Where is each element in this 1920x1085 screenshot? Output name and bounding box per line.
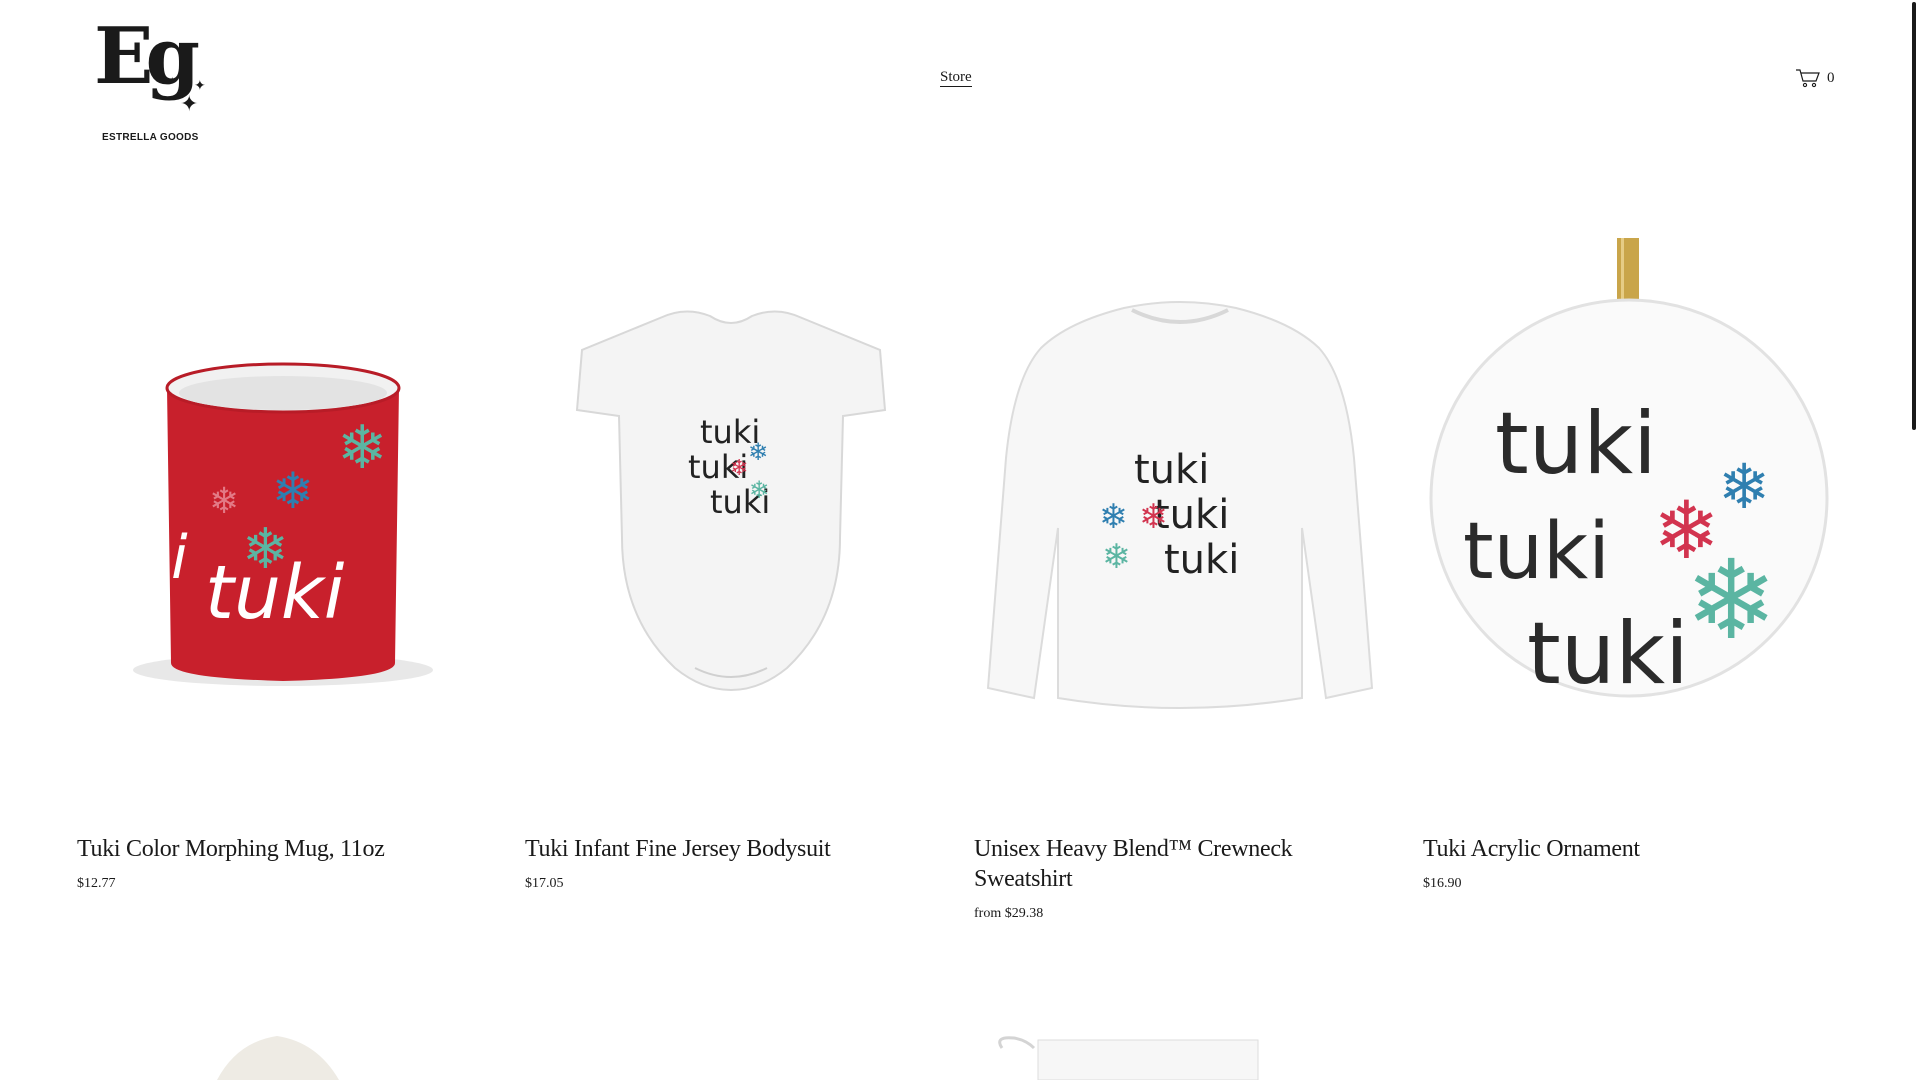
mug-image: tuki i ❄ ❄ ❄ ❄ [133, 362, 433, 686]
svg-text:tuki: tuki [1463, 507, 1610, 597]
logo-brand-name: ESTRELLA GOODS [102, 132, 199, 143]
svg-text:❄: ❄ [209, 481, 239, 522]
sweatshirt-image: tuki tuki tuki ❄ ❄ ❄ [986, 301, 1374, 709]
site-header: Eg ✦ ✦ ✦ ESTRELLA GOODS Store 0 [0, 0, 1910, 160]
product-image-partial[interactable] [77, 1030, 489, 1080]
sparkle-icon: ✦ [168, 76, 177, 87]
product-image[interactable]: tuki tuki tuki ❄ ❄ ❄ [1423, 238, 1835, 798]
ornament-print-line: tuki [1495, 394, 1657, 494]
svg-text:❄: ❄ [730, 456, 748, 481]
product-price: $16.90 [1423, 876, 1462, 891]
svg-text:❄: ❄ [272, 462, 314, 520]
product-card[interactable]: tuki tuki tuki ❄ ❄ ❄ Tuki Acrylic Orname… [1423, 238, 1835, 891]
product-card[interactable]: tuki i ❄ ❄ ❄ ❄ Tuki Color Morphing Mug, … [77, 238, 489, 891]
svg-text:❄: ❄ [1099, 497, 1128, 537]
product-image[interactable]: tuki tuki tuki ❄ ❄ ❄ [974, 238, 1386, 798]
product-image[interactable]: tuki tuki tuki ❄ ❄ ❄ [525, 238, 937, 798]
product-card[interactable]: tuki tuki tuki ❄ ❄ ❄ Unisex Heavy Blend™… [974, 238, 1386, 921]
svg-text:❄: ❄ [749, 476, 769, 504]
nav-link-store[interactable]: Store [940, 68, 972, 87]
brand-logo[interactable]: Eg ✦ ✦ ✦ ESTRELLA GOODS [88, 8, 208, 148]
sparkle-icon: ✦ [194, 78, 206, 94]
svg-text:❄: ❄ [1685, 536, 1777, 664]
logo-monogram: Eg [94, 11, 200, 102]
sparkle-icon: ✦ [180, 92, 199, 117]
product-price: $12.77 [77, 876, 116, 891]
product-image-partial[interactable] [974, 1030, 1386, 1081]
product-price: from $29.38 [974, 906, 1044, 921]
product-price: $17.05 [525, 876, 564, 891]
svg-text:tuki: tuki [1527, 604, 1689, 704]
cart-count: 0 [1827, 69, 1835, 86]
product-title[interactable]: Tuki Acrylic Ornament [1423, 834, 1835, 864]
bodysuit-image: tuki tuki tuki ❄ ❄ ❄ [575, 310, 887, 692]
sweatshirt-print-line: tuki [1134, 447, 1209, 493]
svg-text:❄: ❄ [242, 517, 289, 582]
svg-text:❄: ❄ [337, 413, 387, 483]
product-image[interactable]: tuki i ❄ ❄ ❄ ❄ [77, 238, 489, 798]
svg-text:tuki: tuki [1164, 537, 1239, 583]
svg-text:❄: ❄ [1139, 497, 1168, 537]
svg-text:❄: ❄ [1718, 450, 1770, 523]
product-title[interactable]: Tuki Infant Fine Jersey Bodysuit [525, 834, 937, 864]
svg-text:❄: ❄ [748, 438, 768, 466]
svg-text:i: i [171, 523, 188, 593]
product-card[interactable]: tuki tuki tuki ❄ ❄ ❄ Tuki Infant Fine Je… [525, 238, 937, 891]
scrollbar-thumb[interactable] [1912, 2, 1916, 430]
product-title[interactable]: Unisex Heavy Blend™ Crewneck Sweatshirt [974, 834, 1386, 894]
product-title[interactable]: Tuki Color Morphing Mug, 11oz [77, 834, 489, 864]
cart-icon [1796, 69, 1820, 88]
ornament-image: tuki tuki tuki ❄ ❄ ❄ [1429, 238, 1829, 704]
cart-button[interactable]: 0 [1795, 68, 1835, 88]
svg-text:❄: ❄ [1102, 537, 1131, 577]
page-scrollbar[interactable] [1910, 0, 1920, 1080]
